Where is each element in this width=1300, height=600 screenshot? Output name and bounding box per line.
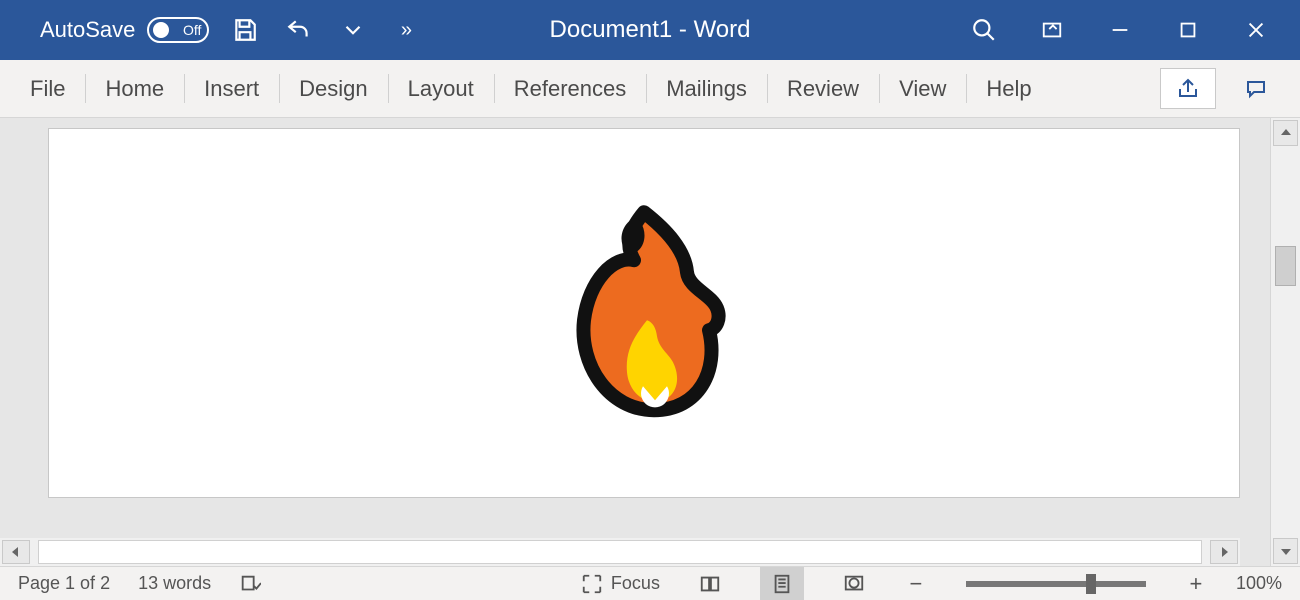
vscroll-down-arrow[interactable] — [1273, 538, 1298, 564]
title-bar: AutoSave Off » Document1 - Word — [0, 0, 1300, 60]
triangle-down-icon — [1280, 545, 1292, 557]
web-layout-icon — [843, 573, 865, 595]
share-button[interactable] — [1160, 68, 1216, 109]
autosave-label: AutoSave — [40, 17, 135, 43]
triangle-left-icon — [10, 546, 22, 558]
zoom-in-button[interactable]: + — [1184, 571, 1208, 597]
status-bar: Page 1 of 2 13 words Focus − + 100% — [0, 566, 1300, 600]
focus-label: Focus — [611, 573, 660, 594]
window-controls — [950, 10, 1290, 50]
hscroll-track[interactable] — [38, 540, 1202, 564]
hscroll-right-arrow[interactable] — [1210, 540, 1238, 564]
share-icon — [1176, 77, 1200, 101]
focus-icon — [581, 573, 603, 595]
autosave-switch[interactable]: Off — [147, 17, 209, 43]
tab-layout[interactable]: Layout — [388, 60, 494, 117]
zoom-slider[interactable] — [966, 581, 1146, 587]
maximize-icon — [1177, 19, 1199, 41]
tab-view[interactable]: View — [879, 60, 966, 117]
print-layout-icon — [771, 573, 793, 595]
quick-access-toolbar: AutoSave Off » — [40, 12, 425, 48]
zoom-out-button[interactable]: − — [904, 571, 928, 597]
undo-dropdown[interactable] — [335, 12, 371, 48]
word-count[interactable]: 13 words — [138, 573, 211, 594]
close-icon — [1245, 19, 1267, 41]
tab-review[interactable]: Review — [767, 60, 879, 117]
chevron-down-icon — [340, 17, 366, 43]
search-icon — [971, 17, 997, 43]
document-area — [0, 118, 1300, 566]
tab-insert[interactable]: Insert — [184, 60, 279, 117]
zoom-slider-handle[interactable] — [1086, 574, 1096, 594]
ribbon-display-options-button[interactable] — [1018, 10, 1086, 50]
maximize-button[interactable] — [1154, 10, 1222, 50]
autosave-state: Off — [183, 23, 201, 37]
qat-more-button[interactable]: » — [389, 12, 425, 48]
minimize-icon — [1109, 19, 1131, 41]
comments-button[interactable] — [1228, 68, 1284, 109]
window-title: Document1 - Word — [550, 16, 751, 44]
tab-design[interactable]: Design — [279, 60, 387, 117]
web-layout-button[interactable] — [832, 567, 876, 600]
undo-button[interactable] — [281, 12, 317, 48]
spellcheck-icon — [239, 573, 261, 595]
tab-help[interactable]: Help — [966, 60, 1051, 117]
undo-icon — [286, 17, 312, 43]
tab-references[interactable]: References — [494, 60, 647, 117]
triangle-right-icon — [1218, 546, 1230, 558]
tab-mailings[interactable]: Mailings — [646, 60, 767, 117]
read-mode-icon — [699, 573, 721, 595]
zoom-level[interactable]: 100% — [1236, 573, 1282, 594]
search-button[interactable] — [950, 10, 1018, 50]
vscroll-thumb[interactable] — [1275, 246, 1296, 286]
close-button[interactable] — [1222, 10, 1290, 50]
vertical-scrollbar[interactable] — [1270, 118, 1300, 566]
ribbon-tabs: File Home Insert Design Layout Reference… — [0, 60, 1300, 118]
read-mode-button[interactable] — [688, 567, 732, 600]
minimize-button[interactable] — [1086, 10, 1154, 50]
spellcheck-button[interactable] — [239, 573, 261, 595]
focus-mode-button[interactable]: Focus — [581, 573, 660, 595]
horizontal-scrollbar[interactable] — [0, 538, 1240, 566]
triangle-up-icon — [1280, 127, 1292, 139]
ribbon-display-icon — [1041, 19, 1063, 41]
autosave-toggle-group[interactable]: AutoSave Off — [40, 17, 209, 43]
vscroll-track[interactable] — [1273, 150, 1298, 534]
document-page[interactable] — [48, 128, 1240, 498]
fire-icon — [559, 200, 729, 430]
page-viewport[interactable] — [0, 118, 1270, 566]
comment-icon — [1244, 77, 1268, 101]
vscroll-up-arrow[interactable] — [1273, 120, 1298, 146]
print-layout-button[interactable] — [760, 567, 804, 600]
tab-file[interactable]: File — [10, 60, 85, 117]
save-icon — [232, 17, 258, 43]
tab-home[interactable]: Home — [85, 60, 184, 117]
page-indicator[interactable]: Page 1 of 2 — [18, 573, 110, 594]
hscroll-left-arrow[interactable] — [2, 540, 30, 564]
save-button[interactable] — [227, 12, 263, 48]
fire-emoji — [559, 200, 729, 435]
